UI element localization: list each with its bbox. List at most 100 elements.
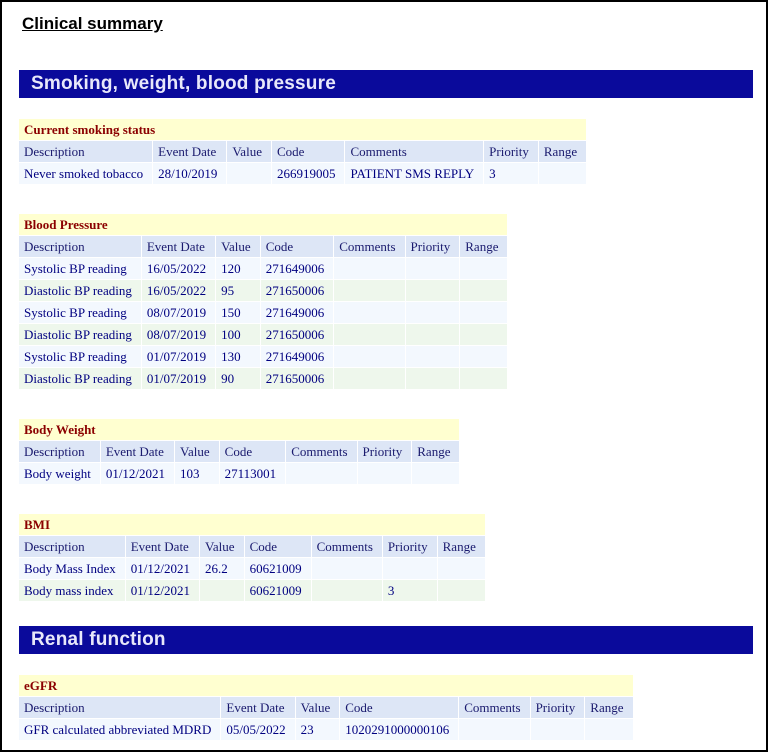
column-header: Event Date bbox=[101, 441, 174, 462]
table-cell: 271650006 bbox=[261, 280, 334, 301]
table-cell bbox=[312, 580, 382, 601]
column-header: Code bbox=[261, 236, 334, 257]
column-header: Range bbox=[412, 441, 459, 462]
observations-table: Blood Pressure DescriptionEvent DateValu… bbox=[18, 213, 508, 390]
table-cell: 01/07/2019 bbox=[142, 368, 215, 389]
column-header: Description bbox=[19, 441, 100, 462]
table-header-row: DescriptionEvent DateValueCodeCommentsPr… bbox=[19, 236, 507, 257]
table-cell: 1020291000000106 bbox=[340, 719, 458, 740]
section-banner: Renal function bbox=[19, 626, 753, 654]
table-cell: 90 bbox=[216, 368, 260, 389]
column-header: Code bbox=[340, 697, 458, 718]
table-title: Blood Pressure bbox=[19, 214, 507, 235]
table-cell: 01/12/2021 bbox=[126, 558, 199, 579]
column-header: Value bbox=[227, 141, 271, 162]
table-cell: 16/05/2022 bbox=[142, 258, 215, 279]
column-header: Value bbox=[296, 697, 340, 718]
column-header: Comments bbox=[345, 141, 483, 162]
page-title: Clinical summary bbox=[22, 14, 766, 34]
table-cell: 3 bbox=[383, 580, 437, 601]
table-cell: 120 bbox=[216, 258, 260, 279]
table-cell: 16/05/2022 bbox=[142, 280, 215, 301]
column-header: Value bbox=[216, 236, 260, 257]
column-header: Event Date bbox=[221, 697, 294, 718]
table-cell bbox=[460, 324, 507, 345]
column-header: Priority bbox=[406, 236, 460, 257]
table-cell bbox=[334, 302, 404, 323]
table-cell bbox=[286, 463, 356, 484]
column-header: Description bbox=[19, 536, 125, 557]
table-cell: Systolic BP reading bbox=[19, 258, 141, 279]
table-cell: Body weight bbox=[19, 463, 100, 484]
table-cell: Never smoked tobacco bbox=[19, 163, 152, 184]
table-cell bbox=[406, 280, 460, 301]
table-cell bbox=[585, 719, 632, 740]
section-tables: eGFR DescriptionEvent DateValueCodeComme… bbox=[2, 674, 766, 741]
table-cell bbox=[406, 302, 460, 323]
table-cell: Body Mass Index bbox=[19, 558, 125, 579]
observations-table: eGFR DescriptionEvent DateValueCodeComme… bbox=[18, 674, 634, 741]
table-cell: PATIENT SMS REPLY bbox=[345, 163, 483, 184]
column-header: Comments bbox=[286, 441, 356, 462]
table-cell: 26.2 bbox=[200, 558, 244, 579]
table-cell bbox=[460, 368, 507, 389]
column-header: Range bbox=[438, 536, 485, 557]
table-cell: Diastolic BP reading bbox=[19, 368, 141, 389]
observations-table: Body Weight DescriptionEvent DateValueCo… bbox=[18, 418, 460, 485]
table-row: Body weight01/12/202110327113001 bbox=[19, 463, 459, 484]
table-cell bbox=[358, 463, 412, 484]
table-cell bbox=[406, 368, 460, 389]
table-cell: Systolic BP reading bbox=[19, 346, 141, 367]
table-cell bbox=[460, 280, 507, 301]
table-cell bbox=[334, 346, 404, 367]
column-header: Priority bbox=[358, 441, 412, 462]
table-cell bbox=[334, 280, 404, 301]
table-cell bbox=[438, 580, 485, 601]
table-row: GFR calculated abbreviated MDRD05/05/202… bbox=[19, 719, 633, 740]
table-title-row: Blood Pressure bbox=[19, 214, 507, 235]
table-cell: 266919005 bbox=[272, 163, 345, 184]
table-title: BMI bbox=[19, 514, 485, 535]
table-cell: 08/07/2019 bbox=[142, 302, 215, 323]
table-header-row: DescriptionEvent DateValueCodeCommentsPr… bbox=[19, 141, 586, 162]
table-row: Diastolic BP reading01/07/20199027165000… bbox=[19, 368, 507, 389]
table-cell bbox=[460, 258, 507, 279]
column-header: Comments bbox=[312, 536, 382, 557]
table-cell: 271649006 bbox=[261, 346, 334, 367]
column-header: Event Date bbox=[153, 141, 226, 162]
table-cell: 130 bbox=[216, 346, 260, 367]
table-cell: 150 bbox=[216, 302, 260, 323]
table-cell: 27113001 bbox=[220, 463, 286, 484]
report-section: Smoking, weight, blood pressure Current … bbox=[2, 70, 766, 602]
table-cell: 60621009 bbox=[245, 580, 311, 601]
table-cell bbox=[460, 346, 507, 367]
table-header-row: DescriptionEvent DateValueCodeCommentsPr… bbox=[19, 697, 633, 718]
table-cell: 95 bbox=[216, 280, 260, 301]
table-cell bbox=[406, 324, 460, 345]
column-header: Code bbox=[220, 441, 286, 462]
table-cell: 271649006 bbox=[261, 258, 334, 279]
table-cell: 3 bbox=[484, 163, 538, 184]
column-header: Priority bbox=[484, 141, 538, 162]
section-tables: Current smoking status DescriptionEvent … bbox=[2, 118, 766, 602]
column-header: Priority bbox=[531, 697, 585, 718]
table-cell: 01/07/2019 bbox=[142, 346, 215, 367]
column-header: Code bbox=[245, 536, 311, 557]
column-header: Comments bbox=[334, 236, 404, 257]
column-header: Event Date bbox=[142, 236, 215, 257]
table-cell bbox=[459, 719, 529, 740]
table-cell: 103 bbox=[175, 463, 219, 484]
table-cell bbox=[383, 558, 437, 579]
table-cell: 60621009 bbox=[245, 558, 311, 579]
table-cell bbox=[334, 324, 404, 345]
table-cell bbox=[539, 163, 586, 184]
table-title: eGFR bbox=[19, 675, 633, 696]
observations-table: BMI DescriptionEvent DateValueCodeCommen… bbox=[18, 513, 486, 602]
column-header: Range bbox=[460, 236, 507, 257]
column-header: Range bbox=[585, 697, 632, 718]
table-cell: 05/05/2022 bbox=[221, 719, 294, 740]
table-cell bbox=[334, 368, 404, 389]
table-cell: 271650006 bbox=[261, 324, 334, 345]
column-header: Code bbox=[272, 141, 345, 162]
table-cell bbox=[531, 719, 585, 740]
